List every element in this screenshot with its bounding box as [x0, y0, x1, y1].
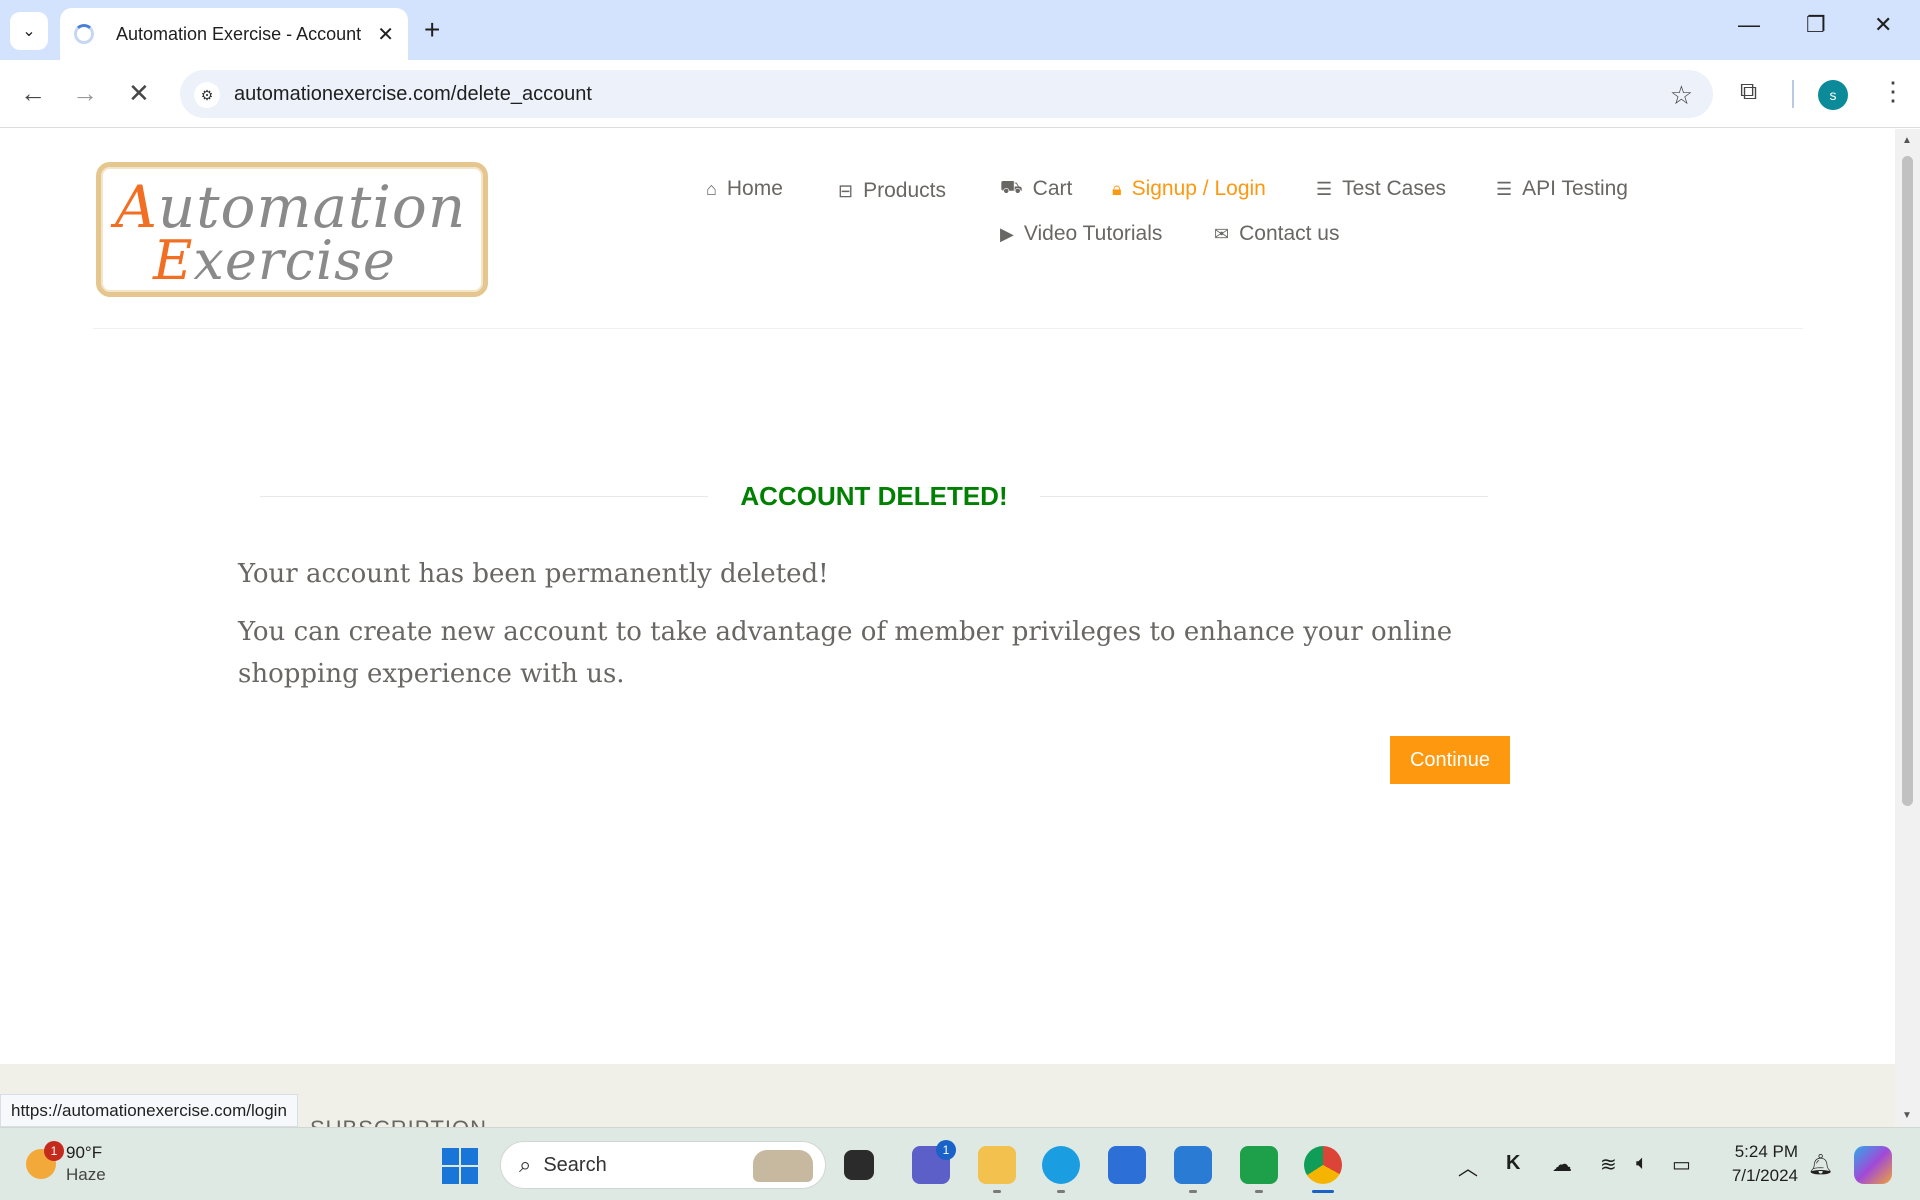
nav-signup-login[interactable]: 🔒︎ Signup / Login	[1112, 177, 1266, 201]
search-highlight-image	[753, 1150, 813, 1182]
continue-button[interactable]: Continue	[1390, 736, 1510, 784]
search-icon: ⌕	[519, 1152, 532, 1177]
menu-kebab-icon[interactable]: ⋮	[1880, 76, 1906, 107]
nav-test-cases[interactable]: ☰ Test Cases	[1316, 177, 1446, 201]
windows-taskbar: 1 90°F Haze ⌕ Search 1 ︿ K ☁ ≋ 🔈︎ ▭ 5:24…	[0, 1127, 1920, 1200]
privileges-message: You can create new account to take advan…	[238, 617, 1453, 689]
youtube-play-icon: ▶	[1000, 223, 1014, 244]
web-page: Automation Exercise ⌂ Home ⊟ Products ⛟ …	[0, 129, 1895, 1127]
minimize-icon[interactable]: —	[1738, 12, 1760, 38]
running-indicator	[1255, 1190, 1263, 1193]
close-window-icon[interactable]: ✕	[1874, 12, 1892, 38]
address-url[interactable]: automationexercise.com/delete_account	[234, 83, 592, 106]
weather-badge: 1	[44, 1141, 64, 1161]
nav-video-tutorials[interactable]: ▶ Video Tutorials	[1000, 222, 1162, 246]
forward-icon[interactable]: →	[72, 78, 98, 109]
back-icon[interactable]: ←	[20, 78, 46, 109]
teams-icon[interactable]: 1	[912, 1140, 956, 1184]
battery-icon[interactable]: ▭	[1672, 1152, 1691, 1177]
task-view-icon[interactable]	[844, 1150, 874, 1180]
active-indicator	[1312, 1190, 1334, 1193]
nav-contact-us[interactable]: ✉ Contact us	[1214, 222, 1339, 246]
status-hover-url: https://automationexercise.com/login	[0, 1094, 298, 1127]
header-divider	[93, 328, 1803, 329]
remote-desktop-icon[interactable]	[1108, 1146, 1146, 1184]
restore-icon[interactable]: ❐	[1806, 12, 1826, 38]
briefcase-icon: ⊟	[838, 180, 854, 201]
profile-avatar[interactable]: s	[1818, 80, 1848, 110]
tab-title: Automation Exercise - Account	[116, 23, 362, 44]
envelope-icon: ✉	[1214, 223, 1230, 244]
copilot-icon[interactable]	[1854, 1146, 1892, 1184]
chevron-down-icon: ⌄	[22, 23, 36, 40]
page-scrollbar[interactable]: ▲ ▼	[1895, 129, 1920, 1127]
notification-bell-icon[interactable]: 🔔︎	[1808, 1152, 1833, 1177]
site-info-icon[interactable]: ⚙	[194, 82, 220, 108]
browser-tab-bar: ⌄ Automation Exercise - Account ✕ + — ❐ …	[0, 0, 1920, 60]
teams-badge: 1	[936, 1140, 956, 1160]
weather-condition: Haze	[66, 1165, 106, 1184]
clock-time: 5:24 PM	[1734, 1142, 1798, 1161]
onedrive-cloud-icon[interactable]: ☁	[1552, 1152, 1572, 1177]
tab-search-button[interactable]: ⌄	[10, 12, 48, 50]
list-icon: ☰	[1496, 178, 1513, 199]
nav-products[interactable]: ⊟ Products	[838, 179, 946, 203]
clock-date: 7/1/2024	[1731, 1166, 1798, 1185]
volume-icon[interactable]: 🔈︎	[1636, 1152, 1648, 1175]
subscription-heading: SUBSCRIPTION	[310, 1116, 487, 1127]
extensions-icon[interactable]: ⧉	[1740, 78, 1757, 106]
weather-widget[interactable]: 1 90°F Haze	[26, 1141, 106, 1186]
running-indicator	[1057, 1190, 1065, 1193]
stop-loading-icon[interactable]: ✕	[128, 78, 150, 109]
file-explorer-icon[interactable]	[978, 1146, 1016, 1184]
home-icon: ⌂	[706, 178, 717, 199]
close-tab-icon[interactable]: ✕	[377, 22, 394, 47]
new-tab-icon[interactable]: +	[424, 14, 440, 46]
scroll-up-icon[interactable]: ▲	[1902, 135, 1912, 146]
bookmark-star-icon[interactable]: ☆	[1670, 80, 1693, 111]
page-title: ACCOUNT DELETED!	[740, 481, 1008, 511]
wifi-icon[interactable]: ≋	[1600, 1152, 1617, 1177]
deleted-message: Your account has been permanently delete…	[238, 559, 829, 589]
taskbar-search[interactable]: ⌕ Search	[500, 1141, 826, 1189]
nav-cart[interactable]: ⛟ Cart	[1000, 177, 1072, 201]
browser-tab[interactable]: Automation Exercise - Account ✕	[60, 8, 408, 60]
tray-expand-icon[interactable]: ︿	[1458, 1152, 1478, 1181]
browser-toolbar: ← → ✕ ⚙ automationexercise.com/delete_ac…	[0, 60, 1920, 128]
tray-app-k-icon[interactable]: K	[1506, 1152, 1520, 1175]
system-clock[interactable]: 5:24 PM 7/1/2024	[1710, 1140, 1798, 1188]
weather-haze-icon: 1	[26, 1141, 64, 1179]
site-logo[interactable]: Automation Exercise	[96, 162, 488, 297]
media-player-icon[interactable]	[1240, 1146, 1278, 1184]
cart-icon: ⛟	[1000, 177, 1023, 197]
app-s-icon[interactable]	[1174, 1146, 1212, 1184]
windows-start-icon[interactable]	[442, 1148, 478, 1184]
address-bar[interactable]: ⚙ automationexercise.com/delete_account …	[180, 70, 1713, 118]
logo-line-2: Exercise	[153, 229, 396, 292]
chrome-icon[interactable]	[1304, 1146, 1342, 1184]
search-label: Search	[543, 1153, 607, 1176]
loading-spinner-icon	[74, 24, 94, 44]
list-icon: ☰	[1316, 178, 1333, 199]
nav-home[interactable]: ⌂ Home	[706, 177, 783, 201]
toolbar-separator	[1792, 80, 1794, 108]
scroll-down-icon[interactable]: ▼	[1902, 1110, 1912, 1121]
nav-api-testing[interactable]: ☰ API Testing	[1496, 177, 1628, 201]
scrollbar-thumb[interactable]	[1902, 156, 1913, 806]
edge-icon[interactable]	[1042, 1146, 1080, 1184]
weather-temp: 90°F	[66, 1143, 103, 1162]
account-deleted-heading: ACCOUNT DELETED!	[260, 477, 1488, 517]
running-indicator	[993, 1190, 1001, 1193]
lock-icon: 🔒︎	[1112, 178, 1122, 199]
running-indicator	[1189, 1190, 1197, 1193]
